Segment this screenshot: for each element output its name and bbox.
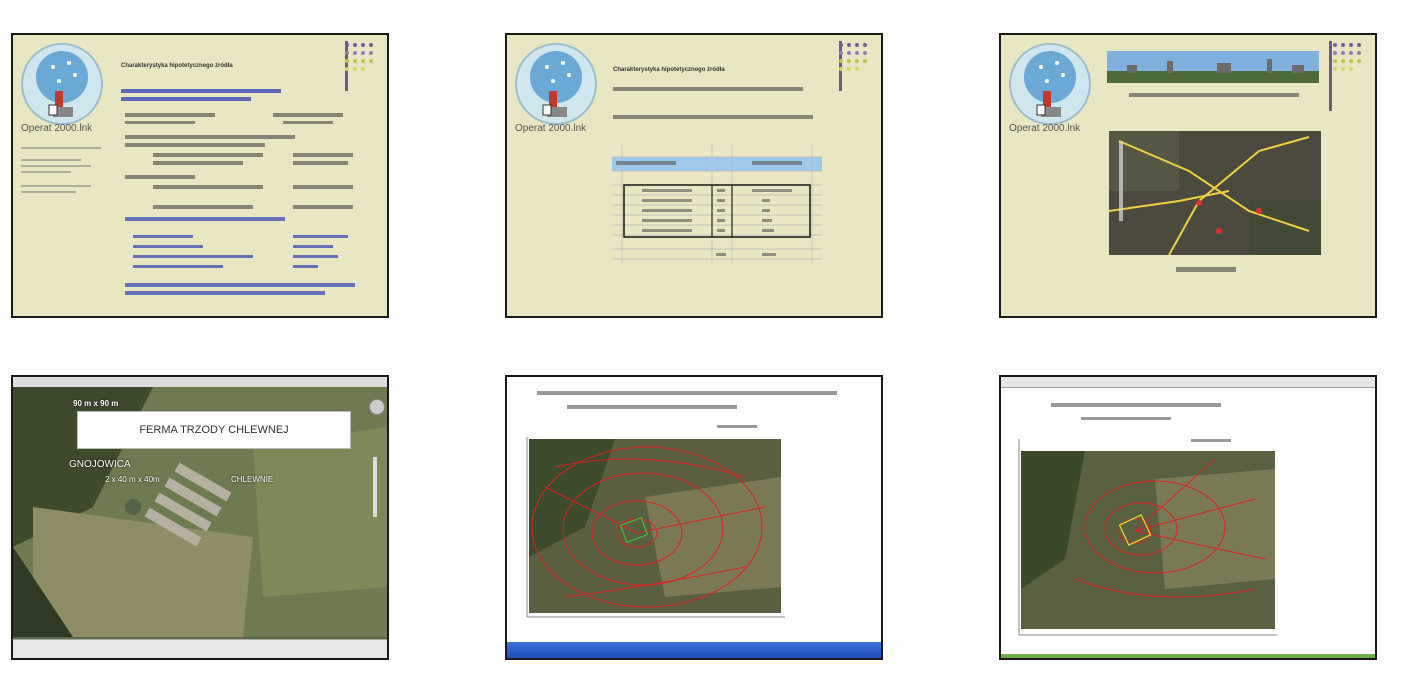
compass-icon[interactable] [369,399,385,415]
zoom-slider[interactable] [373,457,377,517]
dispersion-contour-map [1018,439,1277,636]
slide-thumbnail-2[interactable]: Operat 2000.lnk Charakterystyka hipotety… [505,33,883,318]
farm-title-box: FERMA TRZODY CHLEWNEJ [77,411,351,449]
factor-table [612,145,822,263]
windows-taskbar [507,642,881,658]
slurry-size-label: 2 x 40 m x 40m [105,475,160,484]
slide-thumbnail-4[interactable]: FERMA TRZODY CHLEWNEJ 90 m x 90 m GNOJOW… [11,375,389,660]
progress-strip [1001,654,1375,658]
slide-thumbnail-6[interactable] [999,375,1377,660]
status-bar [13,639,387,658]
slide-thumbnail-5[interactable] [505,375,883,660]
scale-label: 90 m x 90 m [73,399,119,408]
farm-title: FERMA TRZODY CHLEWNEJ [139,424,289,436]
slide-thumbnail-1[interactable]: Operat 2000.lnk Charakterystyka hipotety… [11,33,389,318]
slurry-label: GNOJOWICA [69,459,131,470]
slide-thumbnail-3[interactable]: Operat 2000.lnk [999,33,1377,318]
blurred-text-block [21,89,355,295]
dispersion-contour-map [526,437,785,618]
pigsty-label: CHLEWNIE [231,475,274,484]
satellite-city-map [1109,131,1321,255]
